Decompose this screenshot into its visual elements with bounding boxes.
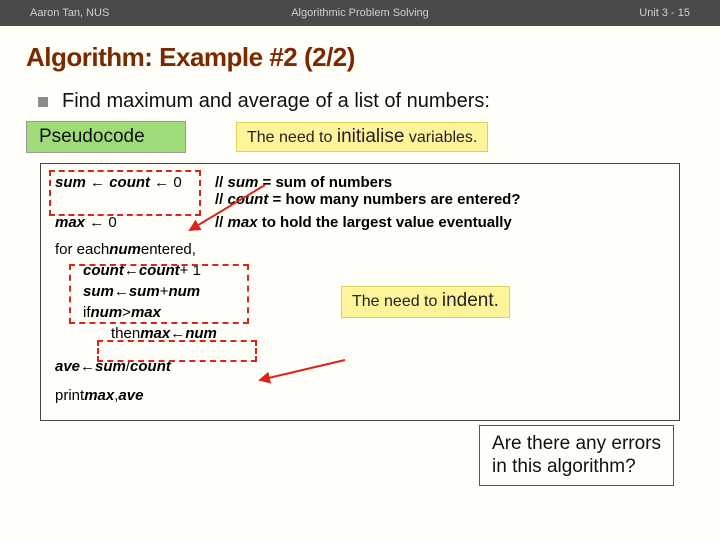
callout-indent: The need to indent.	[341, 286, 510, 318]
top-bar: Aaron Tan, NUS Algorithmic Problem Solvi…	[0, 0, 720, 26]
bullet-line: Find maximum and average of a list of nu…	[0, 83, 720, 121]
question-box: Are there any errors in this algorithm?	[479, 425, 674, 487]
slide-number: Unit 3 - 15	[639, 7, 690, 19]
callout-initialise: The need to initialise variables.	[236, 122, 488, 152]
code-row: ave ← sum / count	[55, 358, 667, 375]
bullet-icon	[38, 97, 48, 107]
code-box: sum ← count ← 0 // sum = sum of numbers …	[40, 163, 680, 421]
slide-title: Algorithm: Example #2 (2/2)	[0, 26, 720, 83]
code-row: count ← count + 1	[55, 262, 667, 279]
code-row: sum ← count ← 0 // sum = sum of numbers …	[55, 174, 667, 208]
bullet-text: Find maximum and average of a list of nu…	[62, 90, 490, 113]
course-title: Algorithmic Problem Solving	[291, 7, 429, 19]
pseudocode-label: Pseudocode	[26, 121, 186, 153]
pseudo-header-row: Pseudocode The need to initialise variab…	[0, 121, 720, 157]
code-row: then max ← num	[55, 325, 667, 342]
code-row: for each num entered,	[55, 241, 667, 258]
code-row: max ← 0 // max to hold the largest value…	[55, 214, 667, 231]
code-row: print max, ave	[55, 387, 667, 404]
author: Aaron Tan, NUS	[30, 7, 109, 19]
